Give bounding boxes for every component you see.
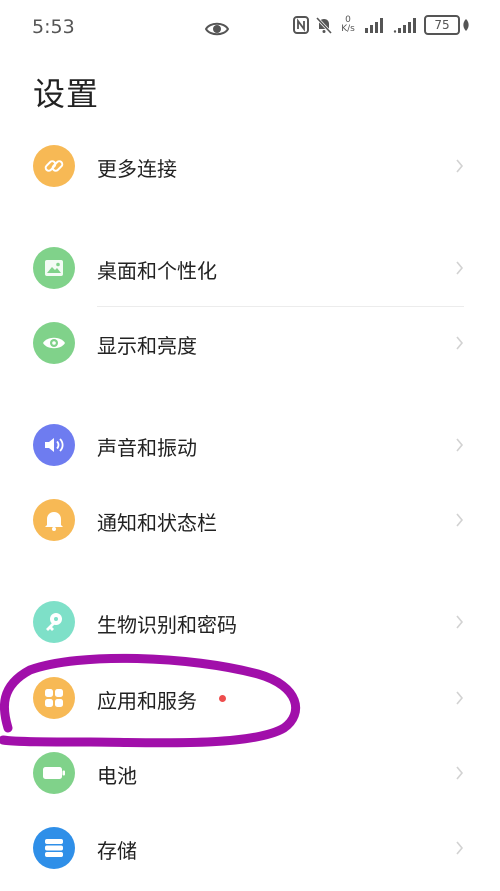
link-icon bbox=[44, 160, 64, 172]
settings-item-desktop-personalization[interactable]: 桌面和个性化 bbox=[0, 247, 500, 311]
key-icon bbox=[46, 613, 62, 631]
eye-icon bbox=[43, 337, 65, 349]
icon-badge bbox=[33, 322, 75, 364]
eye-status-icon bbox=[205, 22, 229, 36]
icon-badge bbox=[33, 827, 75, 869]
settings-item-more-connections[interactable]: 更多连接 bbox=[0, 145, 500, 209]
battery-level: 75 bbox=[424, 15, 460, 35]
settings-item-label: 通知和状态栏 bbox=[97, 511, 217, 535]
settings-item-biometrics-password[interactable]: 生物识别和密码 bbox=[0, 601, 500, 665]
bell-icon bbox=[45, 512, 63, 531]
settings-item-display-brightness[interactable]: 显示和亮度 bbox=[0, 322, 500, 386]
settings-item-label: 生物识别和密码 bbox=[97, 613, 237, 637]
page-title: 设置 bbox=[33, 75, 100, 113]
chevron-right-icon bbox=[456, 691, 464, 705]
wallpaper-icon bbox=[45, 260, 63, 276]
battery-indicator: 75 bbox=[424, 15, 470, 35]
icon-badge bbox=[33, 499, 75, 541]
settings-item-label: 声音和振动 bbox=[97, 436, 197, 460]
storage-icon bbox=[45, 839, 63, 857]
chevron-right-icon bbox=[456, 615, 464, 629]
status-bar: 5:53 0 K/s 75 bbox=[0, 0, 500, 58]
network-speed-unit: K/s bbox=[341, 24, 355, 34]
icon-badge bbox=[33, 752, 75, 794]
settings-item-label: 更多连接 bbox=[97, 157, 177, 181]
chevron-right-icon bbox=[456, 841, 464, 855]
nfc-icon bbox=[293, 16, 309, 34]
settings-item-label: 桌面和个性化 bbox=[97, 259, 217, 283]
settings-item-apps-services[interactable]: 应用和服务 bbox=[0, 677, 500, 741]
notification-dot bbox=[219, 695, 226, 702]
settings-item-label: 电池 bbox=[97, 764, 137, 788]
leaf-icon bbox=[463, 19, 469, 31]
settings-item-sound-vibration[interactable]: 声音和振动 bbox=[0, 424, 500, 488]
icon-badge bbox=[33, 145, 75, 187]
settings-item-label: 应用和服务 bbox=[97, 689, 197, 713]
chevron-right-icon bbox=[456, 766, 464, 780]
speaker-icon bbox=[45, 438, 64, 452]
settings-item-storage[interactable]: 存储 bbox=[0, 827, 500, 891]
apps-grid-icon bbox=[45, 689, 63, 707]
chevron-right-icon bbox=[456, 438, 464, 452]
network-speed: 0 K/s bbox=[339, 16, 357, 34]
battery-icon bbox=[43, 767, 65, 779]
status-time: 5:53 bbox=[32, 16, 75, 38]
icon-badge bbox=[33, 424, 75, 466]
chevron-right-icon bbox=[456, 261, 464, 275]
divider bbox=[97, 306, 464, 307]
icon-badge bbox=[33, 247, 75, 289]
status-icons: 0 K/s 75 bbox=[293, 15, 470, 35]
chevron-right-icon bbox=[456, 336, 464, 350]
icon-badge bbox=[33, 677, 75, 719]
settings-item-notifications-statusbar[interactable]: 通知和状态栏 bbox=[0, 499, 500, 563]
icon-badge bbox=[33, 601, 75, 643]
chevron-right-icon bbox=[456, 159, 464, 173]
signal-icon-1 bbox=[365, 18, 383, 33]
mute-icon bbox=[316, 16, 332, 34]
chevron-right-icon bbox=[456, 513, 464, 527]
settings-item-label: 显示和亮度 bbox=[97, 334, 197, 358]
settings-item-battery[interactable]: 电池 bbox=[0, 752, 500, 816]
settings-item-label: 存储 bbox=[97, 839, 137, 863]
signal-icon-2 bbox=[393, 18, 416, 33]
